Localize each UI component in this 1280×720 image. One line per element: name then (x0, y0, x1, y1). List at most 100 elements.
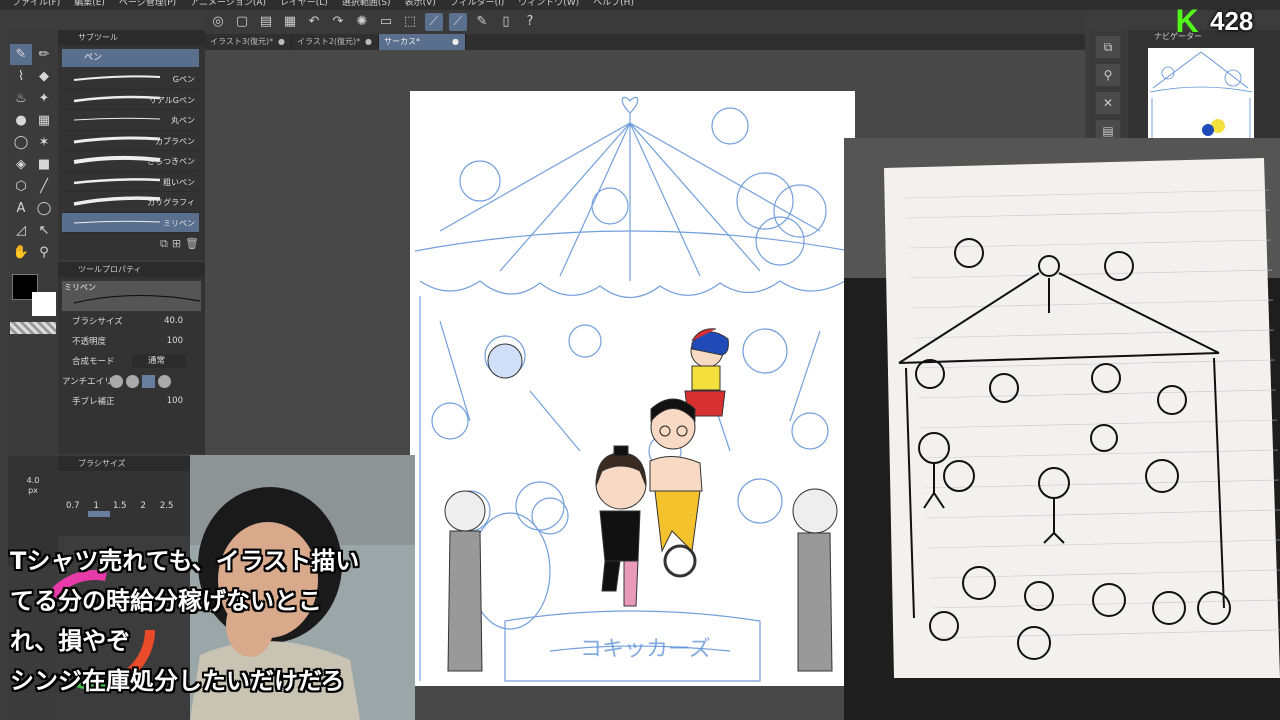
aa-strong[interactable] (158, 374, 171, 388)
mesh-tool-icon[interactable]: ▦ (33, 110, 55, 131)
document-tabs: イラスト3(復元)* ● イラスト2(復元)* ● サーカス* ● (205, 34, 1085, 50)
size-option[interactable]: 1 (94, 501, 99, 511)
tab-close-icon[interactable]: ● (452, 34, 459, 50)
doc-tab[interactable]: イラスト3(復元)* ● (205, 34, 292, 50)
brush-item-maru-pen[interactable]: 丸ペン (62, 110, 199, 131)
circus-sketch-canvas[interactable]: コキッカーズ (410, 91, 855, 686)
airbrush-tool-icon[interactable]: ♨ (10, 88, 32, 109)
menu-help[interactable]: ヘルプ(H) (593, 0, 634, 10)
lasso-tool-icon[interactable]: ◯ (10, 132, 32, 153)
brush-tool-icon[interactable]: ⌇ (10, 66, 32, 87)
snap-special-icon[interactable]: ⟋ (449, 13, 467, 31)
stabilizer-label: 手ブレ補正 (72, 397, 115, 407)
magic-wand-icon[interactable]: ✶ (33, 132, 55, 153)
help-icon[interactable]: ? (521, 13, 539, 31)
draw-icon[interactable]: ✎ (473, 13, 491, 31)
opacity-value[interactable]: 100 (167, 336, 183, 346)
eyedropper-tool-icon[interactable]: ⚲ (33, 242, 55, 263)
transform-icon[interactable]: ⬚ (401, 13, 419, 31)
eraser-tool-icon[interactable]: ◆ (33, 66, 55, 87)
redo-icon[interactable]: ↷ (329, 13, 347, 31)
pen-tool-icon[interactable]: ✎ (10, 44, 32, 65)
tab-close-icon[interactable]: ● (365, 34, 372, 50)
brush-label: 丸ペン (171, 116, 195, 125)
fill-tool-icon[interactable]: ◈ (10, 154, 32, 175)
memo-icon[interactable]: ▯ (497, 13, 515, 31)
size-option[interactable]: 2.5 (160, 501, 174, 511)
gradient-tool-icon[interactable]: ■ (33, 154, 55, 175)
sub-color-swatch[interactable] (32, 292, 56, 316)
brush-stroke-preview (73, 220, 161, 223)
size-option[interactable]: 2 (140, 501, 145, 511)
doc-tab[interactable]: イラスト2(復元)* ● (292, 34, 379, 50)
transparent-color-swatch[interactable] (10, 322, 56, 334)
size-option[interactable]: 0.7 (66, 501, 80, 511)
undo-icon[interactable]: ↶ (305, 13, 323, 31)
antialias-options[interactable] (110, 374, 171, 388)
brush-item-rough-pen[interactable]: さらつきペン (62, 151, 199, 172)
menu-layer[interactable]: レイヤー(L) (280, 0, 328, 10)
loading-icon[interactable]: ✺ (353, 13, 371, 31)
new-file-icon[interactable]: ▢ (233, 13, 251, 31)
brush-item-calligraphy[interactable]: カリグラフィ (62, 192, 199, 213)
aa-none[interactable] (110, 374, 123, 388)
menu-window[interactable]: ウィンドウ(W) (518, 0, 579, 10)
brush-item-real-g-pen[interactable]: リアルGペン (62, 90, 199, 110)
menu-edit[interactable]: 編集(E) (74, 0, 105, 10)
menu-animation[interactable]: アニメーション(A) (190, 0, 266, 10)
balloon-tool-icon[interactable]: ◯ (33, 198, 55, 219)
clear-icon[interactable]: ▭ (377, 13, 395, 31)
opacity-row[interactable]: 不透明度 100 (62, 331, 201, 351)
aa-medium[interactable] (142, 374, 155, 388)
menu-view[interactable]: 表示(V) (405, 0, 436, 10)
snap-ruler-icon[interactable]: ⟋ (425, 13, 443, 31)
chat-captions: Tシャツ売れても、イラスト描い てる分の時給分稼げないとこ れ、損やぞ シンジ在… (10, 541, 430, 701)
brush-item-milli-pen[interactable]: ミリペン (62, 212, 199, 233)
brush-item-kabura-pen[interactable]: カブラペン (62, 131, 199, 151)
hand-tool-icon[interactable]: ✋ (10, 242, 32, 263)
stabilizer-row[interactable]: 手ブレ補正 100 (62, 391, 201, 411)
menu-filter[interactable]: フィルター(I) (450, 0, 505, 10)
app-window: ファイル(F) 編集(E) ページ管理(P) アニメーション(A) レイヤー(L… (0, 0, 1280, 720)
subtool-group-label[interactable]: ペン (62, 49, 199, 67)
blend-tool-icon[interactable]: ● (10, 110, 32, 131)
line-tool-icon[interactable]: ╱ (33, 176, 55, 197)
navigator-thumbnail[interactable] (1148, 48, 1254, 140)
blend-mode-row[interactable]: 合成モード 通常 (62, 351, 201, 371)
open-folder-icon[interactable]: ▤ (257, 13, 275, 31)
circus-sketch-image: コキッカーズ (414, 96, 851, 682)
close-panel-icon[interactable]: ✕ (1096, 92, 1120, 114)
search-layer-icon[interactable]: ⚲ (1096, 64, 1120, 86)
blend-mode-select[interactable]: 通常 (132, 354, 186, 368)
menu-select[interactable]: 選択範囲(S) (342, 0, 391, 10)
pencil-tool-icon[interactable]: ✏ (33, 44, 55, 65)
save-icon[interactable]: ▦ (281, 13, 299, 31)
decoration-tool-icon[interactable]: ✦ (33, 88, 55, 109)
delete-subtool-icon[interactable]: 🗑 (185, 237, 199, 257)
tool-property-title: ツールプロパティ (58, 262, 205, 277)
menu-page[interactable]: ページ管理(P) (119, 0, 176, 10)
text-tool-icon[interactable]: A (10, 198, 32, 219)
figure-tool-icon[interactable]: ⬡ (10, 176, 32, 197)
layer-property-icon[interactable]: ⧉ (1096, 36, 1120, 58)
brush-item-thick-pen[interactable]: 粗いペン (62, 172, 199, 192)
ruler-tool-icon[interactable]: ◿ (10, 220, 32, 241)
antialias-row[interactable]: アンチエイリ (62, 371, 201, 391)
tab-close-icon[interactable]: ● (278, 34, 285, 50)
brush-size-value[interactable]: 40.0 (164, 316, 183, 326)
app-logo-icon[interactable]: ◎ (209, 13, 227, 31)
doc-tab-active[interactable]: サーカス* ● (379, 34, 466, 50)
stabilizer-value[interactable]: 100 (167, 396, 183, 406)
brush-size-row[interactable]: ブラシサイズ 40.0 (62, 311, 201, 331)
aa-weak[interactable] (126, 374, 139, 388)
brush-stroke-preview (73, 136, 161, 143)
copy-subtool-icon[interactable]: ⧉ (160, 237, 168, 257)
operation-tool-icon[interactable]: ↖ (33, 220, 55, 241)
menu-bar: ファイル(F) 編集(E) ページ管理(P) アニメーション(A) レイヤー(L… (0, 0, 1280, 10)
add-subtool-icon[interactable]: ⊞ (172, 237, 181, 257)
size-option[interactable]: 1.5 (113, 501, 127, 511)
brush-item-g-pen[interactable]: Gペン (62, 69, 199, 90)
caption-line: てる分の時給分稼げないとこ (10, 587, 322, 615)
command-bar: ◎ ▢ ▤ ▦ ↶ ↷ ✺ ▭ ⬚ ⟋ ⟋ ✎ ▯ ? (205, 10, 1085, 34)
menu-file[interactable]: ファイル(F) (12, 0, 60, 10)
